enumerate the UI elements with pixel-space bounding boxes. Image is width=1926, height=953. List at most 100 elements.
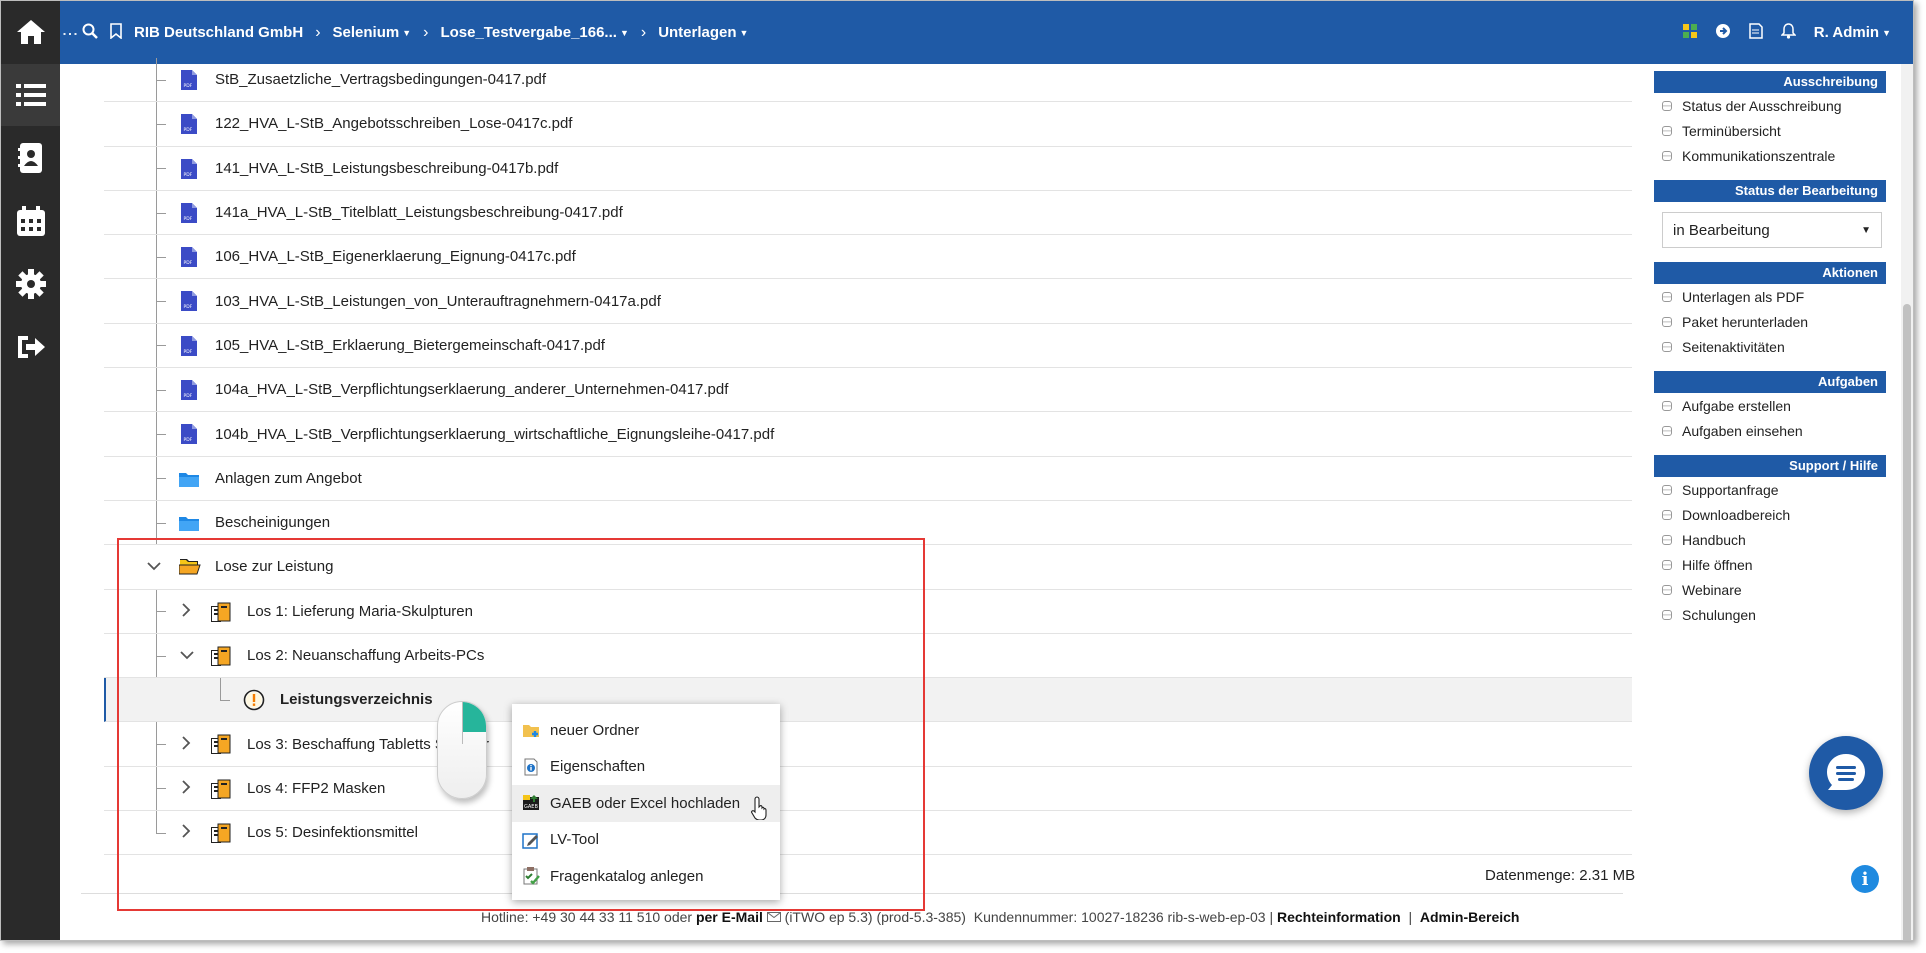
calendar-icon[interactable] xyxy=(1,190,60,252)
document-icon[interactable] xyxy=(1749,22,1763,43)
file-row[interactable]: PDF 105_HVA_L-StB_Erklaerung_Bietergemein… xyxy=(104,323,1632,369)
rechteinformation-link[interactable]: Rechteinformation xyxy=(1277,909,1401,925)
bullet-icon xyxy=(1662,100,1672,111)
tree-item-label: 105_HVA_L-StB_Erklaerung_Bietergemeinsch… xyxy=(215,336,605,354)
apps-icon[interactable] xyxy=(1682,23,1697,42)
file-row[interactable]: PDF 103_HVA_L-StB_Leistungen_von_Unterauf… xyxy=(104,279,1632,324)
chat-button[interactable] xyxy=(1809,736,1883,810)
sidebar-link-label: Aufgabe erstellen xyxy=(1682,397,1791,414)
tree-branch xyxy=(156,168,166,170)
tree-item-label: 103_HVA_L-StB_Leistungen_von_Unterauftra… xyxy=(215,292,661,310)
status-select[interactable]: in Bearbeitung ▼ xyxy=(1662,212,1882,248)
scrollbar-thumb[interactable] xyxy=(1903,304,1911,940)
sidebar-link-ausschreibung[interactable]: Status der Ausschreibung xyxy=(1654,93,1886,118)
tree-branch xyxy=(156,123,166,125)
bullet-icon xyxy=(1662,425,1672,436)
support-header: Support / Hilfe xyxy=(1654,455,1886,477)
breadcrumb-separator: › xyxy=(423,23,429,41)
sidebar-link-ausschreibung[interactable]: Kommunikationszentrale xyxy=(1654,143,1886,168)
tree-branch xyxy=(156,301,166,303)
sidebar-link-support[interactable]: Webinare xyxy=(1654,577,1886,602)
checklist-icon xyxy=(522,867,540,886)
version-text: (iTWO ep 5.3) (prod-5.3-385) xyxy=(784,909,966,925)
svg-text:PDF: PDF xyxy=(184,437,193,443)
sidebar-link-support[interactable]: Supportanfrage xyxy=(1654,477,1886,502)
email-link[interactable]: per E-Mail xyxy=(696,909,763,925)
bullet-icon xyxy=(1662,400,1672,411)
file-row[interactable]: PDF 122_HVA_L-StB_Angebotsschreiben_Lose-… xyxy=(104,102,1632,147)
tree-item-label: Bescheinigungen xyxy=(215,514,331,532)
sidebar-link-label: Paket herunterladen xyxy=(1682,313,1809,330)
tree-branch xyxy=(156,212,166,214)
file-row[interactable]: PDF 106_HVA_L-StB_Eigenerklaerung_Eignung… xyxy=(104,235,1632,280)
folder-icon xyxy=(179,471,199,491)
sidebar-link-ausschreibung[interactable]: Terminübersicht xyxy=(1654,118,1886,143)
sidebar-link-support[interactable]: Schulungen xyxy=(1654,602,1886,627)
breadcrumb-vergabe[interactable]: Lose_Testvergabe_166... ▼ xyxy=(440,24,628,41)
sidebar-link-support[interactable]: Downloadbereich xyxy=(1654,502,1886,527)
tree-item-label: 104a_HVA_L-StB_Verpflichtungserklaerung_… xyxy=(215,381,729,399)
breadcrumb-unterlagen[interactable]: Unterlagen ▼ xyxy=(658,24,748,41)
logout-icon[interactable] xyxy=(1,316,60,378)
breadcrumb-company[interactable]: RIB Deutschland GmbH xyxy=(134,24,303,41)
bookmark-icon[interactable] xyxy=(110,22,122,43)
gear-icon[interactable] xyxy=(1,253,60,315)
pdf-icon: PDF xyxy=(181,424,199,445)
sidebar-link-aktionen[interactable]: Unterlagen als PDF xyxy=(1654,284,1886,309)
search-icon[interactable] xyxy=(82,23,98,43)
ctx-fragenkatalog[interactable]: Fragenkatalog anlegen xyxy=(512,858,780,895)
svg-text:PDF: PDF xyxy=(184,216,193,222)
bullet-icon xyxy=(1662,559,1672,570)
scrollbar[interactable] xyxy=(1901,64,1913,940)
sidebar-link-support[interactable]: Hilfe öffnen xyxy=(1654,552,1886,577)
tree-item-label: 104b_HVA_L-StB_Verpflichtungserklaerung_… xyxy=(215,425,775,443)
gaeb-upload-icon: GAEB xyxy=(522,794,540,812)
bullet-icon xyxy=(1662,584,1672,595)
contact-book-icon[interactable] xyxy=(1,127,60,189)
pdf-icon: PDF xyxy=(181,247,199,268)
bullet-icon xyxy=(1662,316,1672,327)
file-row[interactable]: PDF 104b_HVA_L-StB_Verpflichtungserklaeru… xyxy=(104,412,1632,457)
file-row[interactable]: PDF StB_Zusaetzliche_Vertragsbedingungen-… xyxy=(104,58,1632,103)
status-header: Status der Bearbeitung xyxy=(1654,180,1886,202)
file-row[interactable]: PDF 104a_HVA_L-StB_Verpflichtungserklaeru… xyxy=(104,368,1632,413)
pdf-icon: PDF xyxy=(181,291,199,312)
info-icon[interactable]: i xyxy=(1851,865,1879,893)
list-icon[interactable] xyxy=(1,64,60,126)
bullet-icon xyxy=(1662,150,1672,161)
file-row[interactable]: PDF 141a_HVA_L-StB_Titelblatt_Leistungsbe… xyxy=(104,190,1632,236)
new-folder-icon xyxy=(522,721,540,739)
sidebar-link-aktionen[interactable]: Paket herunterladen xyxy=(1654,309,1886,334)
ctx-gaeb-upload[interactable]: GAEB GAEB oder Excel hochladen xyxy=(512,785,780,822)
sidebar-link-aktionen[interactable]: Seitenaktivitäten xyxy=(1654,334,1886,359)
pdf-icon: PDF xyxy=(181,202,199,223)
svg-text:PDF: PDF xyxy=(184,127,193,133)
svg-text:PDF: PDF xyxy=(184,304,193,310)
more-icon[interactable]: ⋮ xyxy=(61,26,78,40)
sidebar-link-support[interactable]: Handbuch xyxy=(1654,527,1886,552)
user-menu[interactable]: R. Admin ▼ xyxy=(1814,24,1891,41)
sidebar-link-aufgaben[interactable]: Aufgaben einsehen xyxy=(1654,418,1886,443)
ctx-properties[interactable]: Eigenschaften xyxy=(512,749,780,786)
ctx-lv-tool[interactable]: LV-Tool xyxy=(512,822,780,859)
tree-item-label: Anlagen zum Angebot xyxy=(215,469,362,487)
caret-down-icon: ▼ xyxy=(1861,224,1871,236)
sidebar-link-label: Terminübersicht xyxy=(1682,122,1781,139)
admin-bereich-link[interactable]: Admin-Bereich xyxy=(1420,909,1520,925)
tree-branch xyxy=(156,256,166,258)
file-row[interactable]: PDF 141_HVA_L-StB_Leistungsbeschreibung-0… xyxy=(104,146,1632,191)
tree-branch xyxy=(156,434,166,436)
arrow-circle-icon[interactable] xyxy=(1715,23,1731,43)
home-icon[interactable] xyxy=(1,1,60,63)
breadcrumb-project[interactable]: Selenium ▼ xyxy=(333,24,412,41)
tree-branch xyxy=(156,389,166,391)
sidebar-link-label: Status der Ausschreibung xyxy=(1682,97,1842,114)
bell-icon[interactable] xyxy=(1779,22,1797,43)
svg-text:PDF: PDF xyxy=(184,393,193,399)
sidebar-link-label: Webinare xyxy=(1682,581,1742,598)
ctx-new-folder[interactable]: neuer Ordner xyxy=(512,712,780,749)
pdf-icon: PDF xyxy=(181,70,199,90)
mouse-click-indicator xyxy=(437,701,487,799)
sidebar-link-aufgaben[interactable]: Aufgabe erstellen xyxy=(1654,393,1886,418)
folder-row[interactable]: Anlagen zum Angebot xyxy=(104,456,1632,501)
